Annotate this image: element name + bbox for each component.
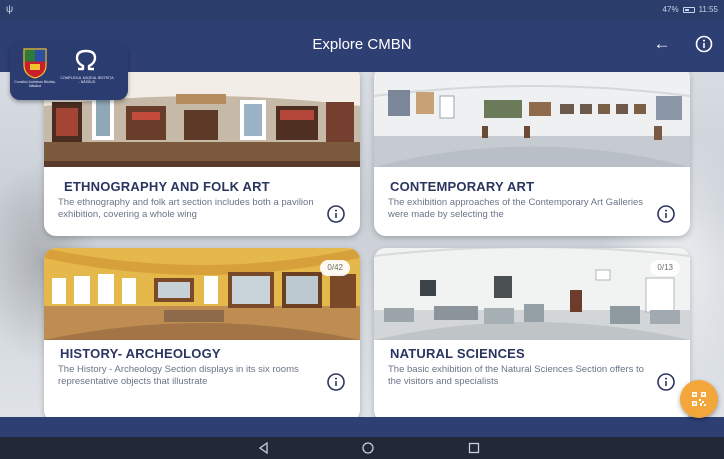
system-nav-bar <box>0 437 724 459</box>
panorama-image <box>374 72 690 167</box>
card-title: ETHNOGRAPHY AND FOLK ART <box>64 179 270 194</box>
museum-caption: COMPLEXUL MUZEAL BISTRIȚA - NĂSĂUD <box>60 76 114 84</box>
tour-card-contemporary-art[interactable]: CONTEMPORARY ART The exhibition approach… <box>374 72 690 236</box>
usb-icon: ψ <box>6 4 14 15</box>
info-icon[interactable] <box>326 204 346 224</box>
info-icon[interactable] <box>656 204 676 224</box>
logo-box: Consiliul Județean Bistrița-Năsăud COMPL… <box>10 42 128 100</box>
nav-recents-icon[interactable] <box>466 440 482 456</box>
progress-badge: 0/13 <box>650 260 680 276</box>
crest-caption: Consiliul Județean Bistrița-Năsăud <box>14 80 56 88</box>
clock: 11:55 <box>698 5 718 14</box>
card-title: CONTEMPORARY ART <box>390 179 535 194</box>
county-crest-logo <box>23 48 47 79</box>
card-title: HISTORY- ARCHEOLOGY <box>60 346 221 361</box>
panorama-image <box>374 248 690 340</box>
arrow-left-icon[interactable]: ← <box>652 34 672 54</box>
info-icon[interactable] <box>656 372 676 392</box>
info-icon[interactable] <box>694 34 714 54</box>
panorama-image <box>44 248 360 340</box>
card-description: The History - Archeology Section display… <box>58 364 299 387</box>
battery-icon <box>682 6 695 13</box>
tablet-screen: ψ 47% 11:55 Explore CMBN ← ETHNOGRAPHY A… <box>0 0 724 459</box>
status-bar: ψ 47% 11:55 <box>0 0 724 20</box>
tour-card-history-archeology[interactable]: 0/42 HISTORY- ARCHEOLOGY The History - A… <box>44 248 360 417</box>
progress-badge: 0/42 <box>320 260 350 276</box>
info-icon[interactable] <box>326 372 346 392</box>
card-title: NATURAL SCIENCES <box>390 346 525 361</box>
bottom-app-strip <box>0 417 724 437</box>
qr-code-icon <box>692 392 706 406</box>
card-description: The basic exhibition of the Natural Scie… <box>388 364 644 387</box>
battery-percent: 47% <box>662 5 679 14</box>
status-right: 47% 11:55 <box>663 5 718 14</box>
nav-back-icon[interactable] <box>256 440 272 456</box>
tour-list[interactable]: ETHNOGRAPHY AND FOLK ART The ethnography… <box>0 72 724 417</box>
nav-home-icon[interactable] <box>360 440 376 456</box>
museum-logo <box>75 49 97 71</box>
tour-card-natural-sciences[interactable]: 0/13 NATURAL SCIENCES The basic exhibiti… <box>374 248 690 417</box>
card-description: The exhibition approaches of the Contemp… <box>388 197 644 220</box>
card-description: The ethnography and folk art section inc… <box>58 197 314 220</box>
qr-scan-button[interactable] <box>680 380 718 418</box>
